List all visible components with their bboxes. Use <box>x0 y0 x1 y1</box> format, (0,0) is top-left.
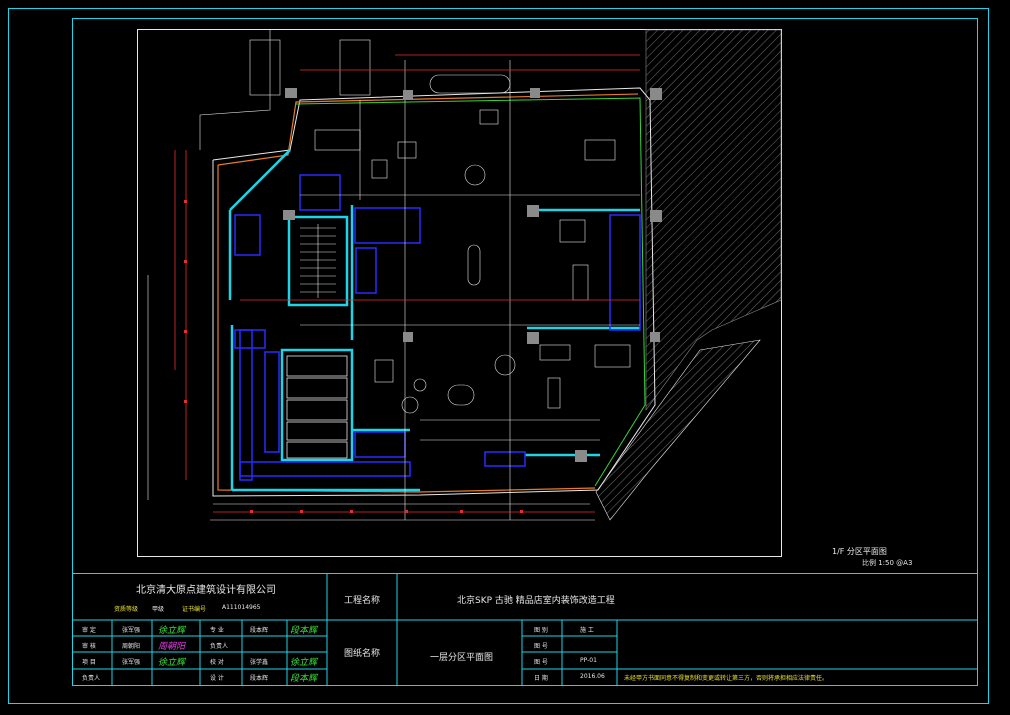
drawing-name: 一层分区平面图 <box>430 653 494 663</box>
role-name: 段本辉 <box>250 675 269 682</box>
signature: 段本辉 <box>290 626 318 636</box>
info-label: 图 号 <box>534 659 548 666</box>
signature: 段本辉 <box>290 674 318 684</box>
role-name: 张军强 <box>122 659 141 666</box>
role-label: 负责人 <box>210 643 229 650</box>
role-label: 校 对 <box>210 659 224 666</box>
role-label: 负责人 <box>82 675 101 682</box>
finish-line <box>217 93 639 166</box>
plan-label: 1/F 分区平面图 <box>832 547 887 556</box>
company-name: 北京清大原点建筑设计有限公司 <box>136 585 276 596</box>
role-label: 设 计 <box>210 675 224 682</box>
cert-label: 证书编号 <box>182 606 207 613</box>
role-name: 段本辉 <box>250 627 269 634</box>
role-name: 张军强 <box>122 627 141 634</box>
license-label: 资质等级 <box>114 606 139 613</box>
fitting-rooms <box>286 355 348 459</box>
info-label: 图 号 <box>534 643 548 650</box>
cert-value: A111014965 <box>222 604 261 611</box>
project-label: 工程名称 <box>344 596 381 606</box>
stair <box>300 224 336 298</box>
license-value: 甲级 <box>152 606 165 613</box>
signature: 周朝阳 <box>158 642 186 652</box>
walls <box>228 149 640 492</box>
role-name: 周朝阳 <box>122 643 141 650</box>
interior-linework <box>147 30 640 521</box>
disclaimer-note: 未经甲方书面同意不得复制和变更或转让第三方，否则将承担相应法律责任。 <box>624 675 829 682</box>
columns <box>283 88 662 462</box>
project-name: 北京SKP 古驰 精品店室内装饰改造工程 <box>457 596 615 606</box>
drawing-name-label: 图纸名称 <box>344 649 381 659</box>
signature: 徐立辉 <box>158 626 186 636</box>
title-block: 北京清大原点建筑设计有限公司 资质等级 甲级 证书编号 A111014965 工… <box>72 573 978 686</box>
info-label: 日 期 <box>534 675 548 682</box>
info-label: 图 别 <box>534 627 548 634</box>
role-label: 审 核 <box>82 643 96 650</box>
info-value: 施 工 <box>580 627 594 634</box>
signature: 徐立辉 <box>290 658 318 668</box>
signature: 徐立辉 <box>158 658 186 668</box>
green-boundary <box>295 97 646 487</box>
role-label: 专 业 <box>210 627 224 634</box>
role-label: 审 定 <box>82 627 96 634</box>
role-name: 张学鑫 <box>250 659 269 666</box>
dimension-lines <box>174 54 640 513</box>
info-value: PP-01 <box>580 657 597 664</box>
info-value: 2016.06 <box>580 673 605 680</box>
scale-note: 比例 1:50 @A3 <box>862 559 913 567</box>
role-label: 项 目 <box>82 659 96 666</box>
